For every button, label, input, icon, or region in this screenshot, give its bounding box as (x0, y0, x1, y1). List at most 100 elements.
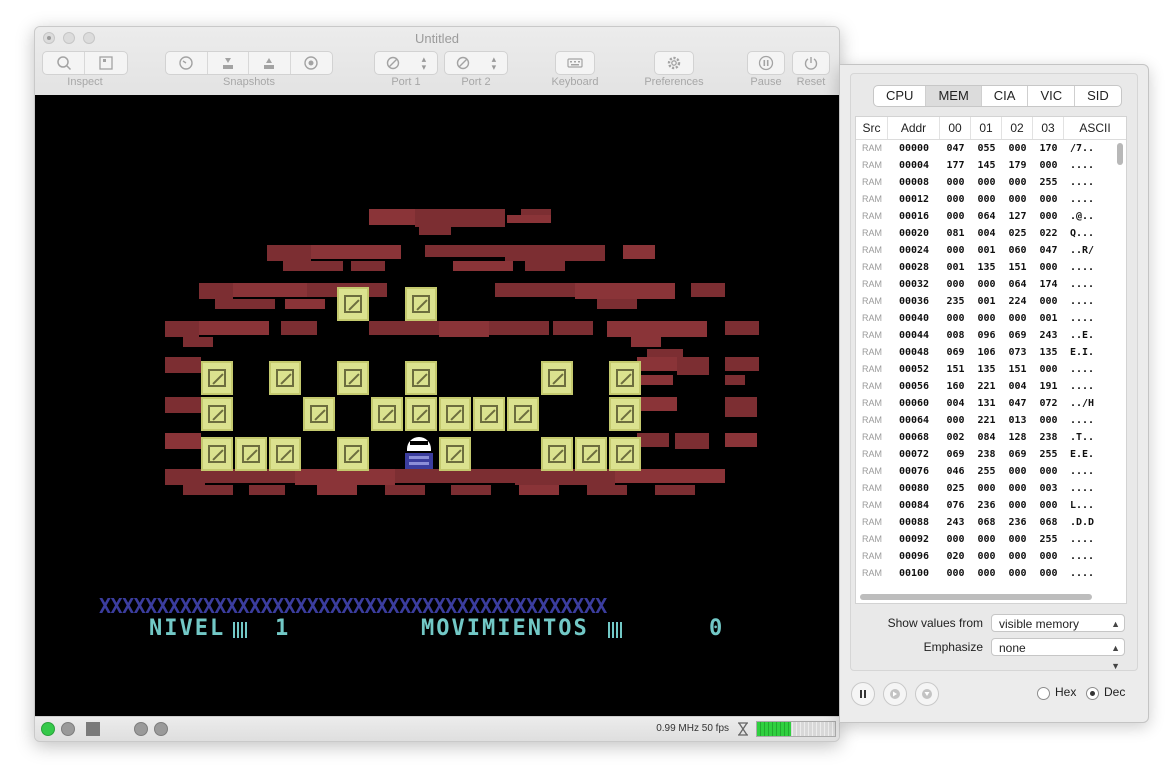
brick (205, 469, 295, 483)
snapshot-save-button[interactable] (208, 52, 249, 74)
pause-cpu-button[interactable] (851, 682, 875, 706)
tape-led-2[interactable] (154, 722, 168, 736)
cell-03: 238 (1039, 432, 1058, 443)
table-row[interactable]: RAM 00036 235 001 224 000.... (856, 293, 1126, 310)
snapshot-browse-button[interactable] (291, 52, 332, 74)
emphasize-label: Emphasize (923, 640, 983, 654)
table-row[interactable]: RAM 00004 177 145 179 000.... (856, 157, 1126, 174)
brick (489, 321, 549, 335)
brick (395, 469, 515, 483)
table-row[interactable]: RAM 00052 151 135 151 000.... (856, 361, 1126, 378)
snapshot-rewind-button[interactable] (166, 52, 208, 74)
table-row[interactable]: RAM 00020 081 004 025 022 Q... (856, 225, 1126, 242)
port2-select[interactable]: ▴ ▾ (444, 51, 508, 75)
table-row[interactable]: RAM 00076 046 255 000 000.... (856, 463, 1126, 480)
crate (609, 437, 641, 471)
cell-src: RAM (862, 466, 882, 476)
brick (725, 375, 745, 385)
emulator-screen[interactable]: XXXXXXXXXXXXXXXXXXXXXXXXXXXXXXXXXXXXXXXX… (35, 95, 839, 716)
table-row[interactable]: RAM 00056 160 221 004 191.... (856, 378, 1126, 395)
cell-02: 000 (1008, 466, 1027, 477)
table-row[interactable]: RAM 00096 020 000 000 000.... (856, 548, 1126, 565)
emphasize-select[interactable]: none ▲ ▼ (991, 638, 1125, 671)
dec-radio[interactable] (1086, 687, 1099, 700)
tab-mem[interactable]: MEM (926, 86, 982, 106)
step-into-button[interactable] (915, 682, 939, 706)
col-addr[interactable]: Addr (888, 117, 940, 139)
hourglass-icon[interactable] (737, 722, 749, 736)
table-row[interactable]: RAM 00000 047 055 000 170/7.. (856, 140, 1126, 157)
brick (505, 245, 605, 261)
title-bar[interactable]: Untitled Inspect Snapshots ▴ ▾ Port 1 ▴ … (35, 27, 839, 96)
monitor-button[interactable] (85, 52, 127, 74)
table-row[interactable]: RAM 00024 000 001 060 047 ..R/ (856, 242, 1126, 259)
hud-divider: XXXXXXXXXXXXXXXXXXXXXXXXXXXXXXXXXXXXXXXX… (99, 598, 607, 614)
brick (691, 283, 725, 297)
cell-01: 068 (977, 517, 996, 528)
tab-sid[interactable]: SID (1075, 86, 1121, 106)
arrow-down-icon (922, 689, 932, 699)
crate (507, 397, 539, 431)
cpu-load-meter (756, 721, 836, 737)
show-values-select[interactable]: visible memory ▲▼ (991, 614, 1125, 647)
cell-03: 000 (1039, 568, 1058, 579)
table-row[interactable]: RAM 00032 000 000 064 174.... (856, 276, 1126, 293)
table-row[interactable]: RAM 00040 000 000 000 001.... (856, 310, 1126, 327)
tab-cpu[interactable]: CPU (874, 86, 927, 106)
cell-00: 000 (946, 211, 965, 222)
cell-02: 000 (1008, 500, 1027, 511)
snapshot-restore-button[interactable] (249, 52, 291, 74)
tab-vic[interactable]: VIC (1028, 86, 1076, 106)
table-row[interactable]: RAM 00060 004 131 047 072 ../H (856, 395, 1126, 412)
cell-00: 243 (946, 517, 965, 528)
memory-table[interactable]: Src Addr 00 01 02 03 ASCII RAM 00000 047 05… (855, 116, 1127, 604)
cell-src: RAM (862, 313, 882, 323)
cell-01: 238 (977, 449, 996, 460)
preferences-button[interactable] (654, 51, 694, 75)
table-row[interactable]: RAM 00048 069 106 073 135 E.I. (856, 344, 1126, 361)
cell-ascii: .... (1070, 262, 1095, 273)
drive-led-green[interactable] (41, 722, 55, 736)
table-row[interactable]: RAM 00088 243 068 236 068 .D.D (856, 514, 1126, 531)
drive-led-gray[interactable] (61, 722, 75, 736)
table-row[interactable]: RAM 00028 001 135 151 000.... (856, 259, 1126, 276)
inspect-button[interactable] (43, 52, 86, 74)
step-over-button[interactable] (883, 682, 907, 706)
cartridge-icon[interactable] (86, 722, 100, 736)
tape-led-1[interactable] (134, 722, 148, 736)
table-row[interactable]: RAM 00064 000 221 013 000.... (856, 412, 1126, 429)
table-row[interactable]: RAM 00084 076 236 000 000 L... (856, 497, 1126, 514)
table-row[interactable]: RAM 00080 025 000 000 003.... (856, 480, 1126, 497)
table-row[interactable]: RAM 00008 000 000 000 255.... (856, 174, 1126, 191)
cell-00: 000 (946, 568, 965, 579)
vertical-scrollbar[interactable] (1117, 143, 1123, 165)
table-row[interactable]: RAM 00012 000 000 000 000.... (856, 191, 1126, 208)
horizontal-scrollbar[interactable] (860, 594, 1092, 600)
cell-ascii: .... (1070, 313, 1095, 324)
col-00[interactable]: 00 (940, 117, 971, 139)
col-ascii[interactable]: ASCII (1064, 117, 1126, 139)
table-row[interactable]: RAM 00044 008 096 069 243 ..E. (856, 327, 1126, 344)
cell-addr: 00052 (898, 364, 930, 375)
table-row[interactable]: RAM 00072 069 238 069 255 E.E. (856, 446, 1126, 463)
cell-src: RAM (862, 551, 882, 561)
table-row[interactable]: RAM 00100 000 000 000 000.... (856, 565, 1126, 582)
col-03[interactable]: 03 (1033, 117, 1064, 139)
col-src[interactable]: Src (856, 117, 888, 139)
hex-radio[interactable] (1037, 687, 1050, 700)
port1-select[interactable]: ▴ ▾ (374, 51, 438, 75)
cell-02: 179 (1008, 160, 1027, 171)
keyboard-button[interactable] (555, 51, 595, 75)
table-row[interactable]: RAM 00068 002 084 128 238 .T.. (856, 429, 1126, 446)
brick (311, 245, 401, 259)
col-02[interactable]: 02 (1002, 117, 1033, 139)
table-row[interactable]: RAM 00092 000 000 000 255.... (856, 531, 1126, 548)
col-01[interactable]: 01 (971, 117, 1002, 139)
pause-button[interactable] (747, 51, 785, 75)
brick (677, 357, 709, 375)
table-row[interactable]: RAM 00016 000 064 127 000 .@.. (856, 208, 1126, 225)
cell-02: 064 (1008, 279, 1027, 290)
tab-cia[interactable]: CIA (982, 86, 1029, 106)
reset-button[interactable] (792, 51, 830, 75)
brick (183, 337, 213, 347)
